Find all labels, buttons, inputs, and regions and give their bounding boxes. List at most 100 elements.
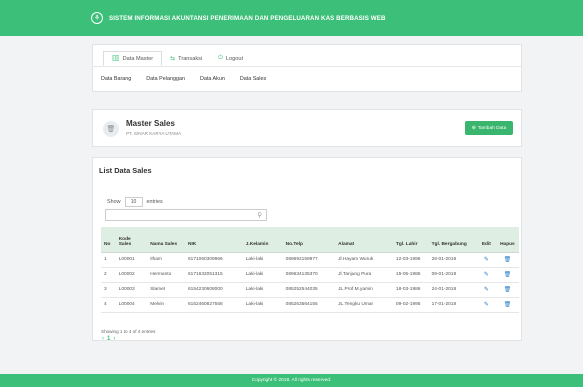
table-info: Showing 1 to 4 of 4 entries <box>101 329 156 334</box>
footer: Copyright © 2018. All rights reserved. <box>0 374 583 387</box>
cell-nama: Ilham <box>147 252 185 268</box>
top-bar: ⚘ SISTEM INFORMASI AKUNTANSI PENERIMAAN … <box>0 0 583 36</box>
cell-tgl-lahir: 09-02-1995 <box>392 297 429 313</box>
cell-jkelamin: Laki-laki <box>242 297 283 313</box>
sales-table: No Kode Sales Nama Sales NIK J.Kelamin N… <box>101 227 519 313</box>
add-data-button[interactable]: ⊕ Tambah Data <box>465 121 513 135</box>
edit-icon: ✎ <box>483 286 489 293</box>
subnav-data-sales[interactable]: Data Sales <box>240 76 266 82</box>
cell-tgl-bergabung: 17-01-2018 <box>428 297 477 313</box>
cell-tgl-bergabung: 28-01-2018 <box>428 252 477 268</box>
edit-icon: ✎ <box>483 256 489 263</box>
tab-label: Data Master <box>122 55 154 62</box>
cell-alamat: Jl.Hayam Wuruk <box>335 252 393 268</box>
delete-button[interactable]: 🗑 <box>495 297 519 313</box>
trash-icon: 🗑 <box>503 271 512 278</box>
col-edit[interactable]: Edit <box>476 227 496 253</box>
cell-tgl-bergabung: 24-01-2018 <box>428 282 477 298</box>
company-subtitle: PT. SINAR KARYA UTAMA <box>126 131 182 136</box>
col-tgl-bergabung[interactable]: Tgl. Bergabung <box>428 227 477 253</box>
pagination: ‹ 1 › <box>102 336 115 342</box>
tab-transaksi[interactable]: ⇆ Transaksi <box>162 51 210 66</box>
cell-nik: 6152460827558 <box>185 297 243 313</box>
col-jkelamin[interactable]: J.Kelamin <box>242 227 283 253</box>
cell-nik: 6171632051315 <box>185 267 243 283</box>
main-tabs: 🗄 Data Master ⇆ Transaksi ⏻ Logout <box>93 45 521 67</box>
master-sales-header: 🗑 Master Sales PT. SINAR KARYA UTAMA ⊕ T… <box>92 109 522 147</box>
next-page-button[interactable]: › <box>113 336 115 342</box>
col-kode-sales[interactable]: Kode Sales <box>115 227 148 253</box>
table-row: 4 L00004 Melvin 6152460827558 Laki-laki … <box>101 297 519 313</box>
trash-icon: 🗑 <box>503 286 512 293</box>
cell-tgl-lahir: 18-03-1986 <box>392 282 429 298</box>
sub-navigation: Data Barang Data Pelanggan Data Akun Dat… <box>93 67 521 82</box>
trash-icon: 🗑 <box>103 121 119 137</box>
col-nik[interactable]: NIK <box>185 227 243 253</box>
cell-kode: L00004 <box>115 297 148 313</box>
table-row: 1 L00001 Ilham 6171060309966 Laki-laki 0… <box>101 252 519 268</box>
delete-button[interactable]: 🗑 <box>495 267 519 283</box>
col-no[interactable]: No <box>101 227 116 253</box>
cell-alamat: JL.Tengku Umar <box>335 297 393 313</box>
edit-icon: ✎ <box>483 301 489 308</box>
cell-jkelamin: Laki-laki <box>242 252 283 268</box>
cell-alamat: Jl.Tanjung Pura <box>335 267 393 283</box>
table-row: 2 L00002 Hermanto 6171632051315 Laki-lak… <box>101 267 519 283</box>
cell-no: 2 <box>101 267 116 283</box>
col-notelp[interactable]: No.Telp <box>282 227 336 253</box>
tab-logout[interactable]: ⏻ Logout <box>210 51 251 66</box>
cell-nama: Hermanto <box>147 267 185 283</box>
cell-kode: L00002 <box>115 267 148 283</box>
search-input[interactable]: ⚲ <box>105 209 267 221</box>
tab-label: Logout <box>225 55 244 62</box>
col-hapus[interactable]: Hapus <box>495 227 519 253</box>
cell-notelp: 085263564155 <box>282 297 336 313</box>
logout-icon: ⏻ <box>218 55 223 61</box>
list-sales-card: List Data Sales Show 10 entries ⚲ No Kod… <box>92 157 522 342</box>
subnav-data-akun[interactable]: Data Akun <box>200 76 225 82</box>
cell-alamat: JL.Prof.M.yamin <box>335 282 393 298</box>
subnav-data-barang[interactable]: Data Barang <box>101 76 131 82</box>
cell-notelp: 089692159977 <box>282 252 336 268</box>
cell-tgl-bergabung: 09-01-2018 <box>428 267 477 283</box>
cell-jkelamin: Laki-laki <box>242 267 283 283</box>
cell-notelp: 085252544035 <box>282 282 336 298</box>
col-tgl-lahir[interactable]: Tgl. Lahir <box>392 227 429 253</box>
cell-notelp: 089634135370 <box>282 267 336 283</box>
edit-button[interactable]: ✎ <box>476 282 496 298</box>
cell-nama: Slamet <box>147 282 185 298</box>
app-title: SISTEM INFORMASI AKUNTANSI PENERIMAAN DA… <box>109 14 386 22</box>
page-title: Master Sales <box>126 119 175 128</box>
page-1-button[interactable]: 1 <box>107 336 110 342</box>
copyright-text: Copyright © 2018. All rights reserved. <box>251 378 332 383</box>
show-label: Show <box>107 199 121 205</box>
col-alamat[interactable]: Alamat <box>335 227 393 253</box>
table-row: 3 L00003 Slamet 6154230608000 Laki-laki … <box>101 282 519 298</box>
delete-button[interactable]: 🗑 <box>495 282 519 298</box>
subnav-data-pelanggan[interactable]: Data Pelanggan <box>146 76 185 82</box>
add-data-label: Tambah Data <box>477 125 507 131</box>
cell-nik: 6154230608000 <box>185 282 243 298</box>
plus-circle-icon: ⊕ <box>471 125 476 131</box>
col-nama-sales[interactable]: Nama Sales <box>147 227 185 253</box>
navigation-card: 🗄 Data Master ⇆ Transaksi ⏻ Logout Data … <box>92 44 522 92</box>
entries-label: entries <box>146 199 163 205</box>
cell-no: 3 <box>101 282 116 298</box>
delete-button[interactable]: 🗑 <box>495 252 519 268</box>
app-logo-icon: ⚘ <box>91 12 103 24</box>
cell-tgl-lahir: 12-03-1996 <box>392 252 429 268</box>
edit-button[interactable]: ✎ <box>476 267 496 283</box>
trash-icon: 🗑 <box>503 256 512 263</box>
entries-select[interactable]: 10 <box>124 197 143 207</box>
transfer-icon: ⇆ <box>170 56 176 62</box>
list-title: List Data Sales <box>99 166 152 175</box>
prev-page-button[interactable]: ‹ <box>102 336 104 342</box>
cell-nama: Melvin <box>147 297 185 313</box>
cell-no: 4 <box>101 297 116 313</box>
trash-icon: 🗑 <box>503 301 512 308</box>
edit-button[interactable]: ✎ <box>476 297 496 313</box>
cell-kode: L00003 <box>115 282 148 298</box>
search-icon: ⚲ <box>257 212 262 219</box>
tab-data-master[interactable]: 🗄 Data Master <box>103 51 163 66</box>
edit-button[interactable]: ✎ <box>476 252 496 268</box>
